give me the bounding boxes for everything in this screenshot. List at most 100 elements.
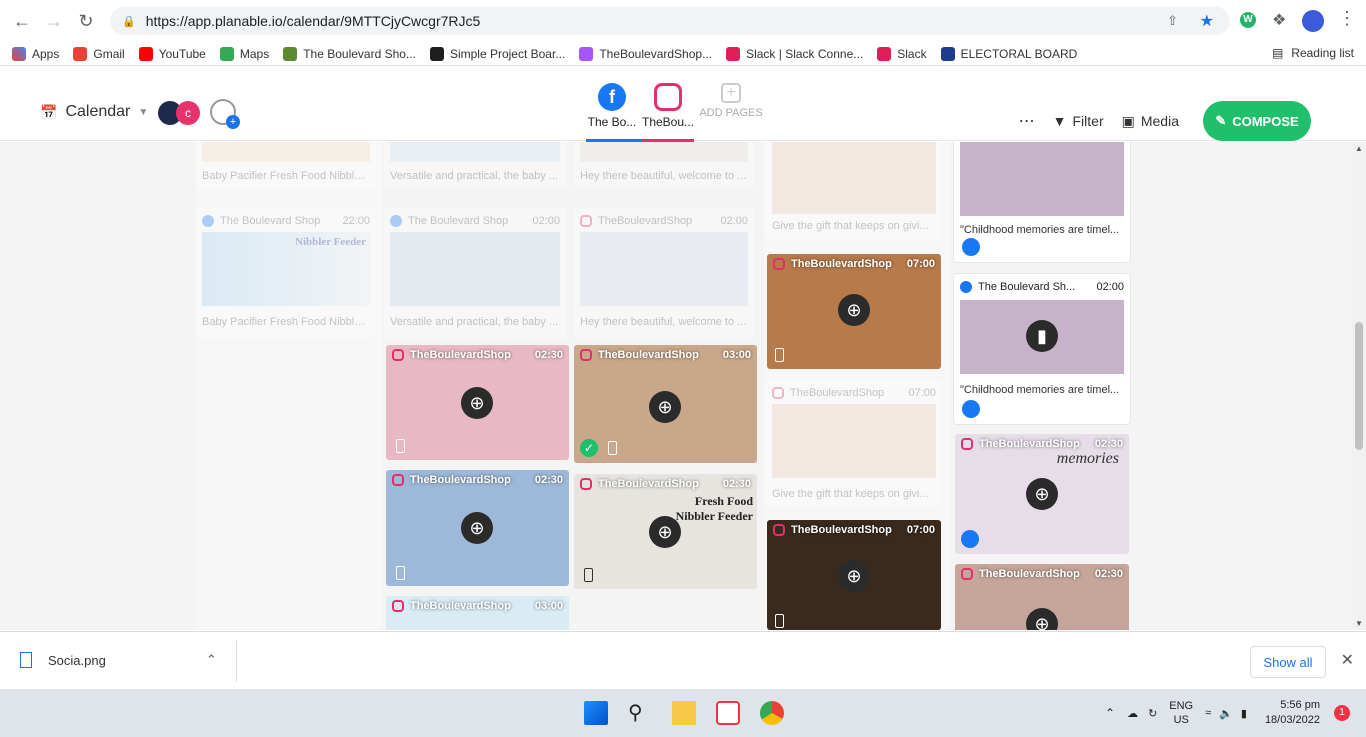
volume-icon[interactable]: 🔈	[1219, 707, 1233, 720]
post-card[interactable]: Versatile and practical, the baby ...	[384, 142, 566, 188]
reading-list[interactable]: ▤ Reading list	[1272, 46, 1354, 60]
onedrive-icon[interactable]: ☁	[1127, 707, 1138, 720]
instagram-post-card[interactable]: TheBoulevardShop 03:00	[386, 596, 569, 630]
instagram-post-card[interactable]: TheBoulevardShop 02:30 Fresh Food Nibbler…	[574, 474, 757, 589]
reorder-post-icon[interactable]: ⊕	[649, 391, 681, 423]
scroll-up-icon[interactable]: ▲	[1355, 144, 1363, 153]
day-column-3: Hey there beautiful, welcome to ... TheB…	[574, 142, 760, 630]
post-caption: Versatile and practical, the baby ...	[390, 316, 559, 328]
bookmark-boulevard-shop[interactable]: The Boulevard Sho...	[283, 46, 416, 61]
compose-button[interactable]: ✎ COMPOSE	[1203, 101, 1311, 141]
reorder-post-icon[interactable]: ⊕	[461, 387, 493, 419]
mobile-preview-icon[interactable]	[396, 566, 405, 580]
reorder-post-icon[interactable]: ⊕	[1026, 478, 1058, 510]
search-icon[interactable]: ⚲	[628, 701, 652, 725]
filter-button[interactable]: Filter	[1073, 113, 1104, 129]
back-icon[interactable]: ←	[10, 9, 34, 33]
instagram-icon	[580, 349, 592, 361]
windows-start-icon[interactable]	[584, 701, 608, 725]
page-tab-facebook[interactable]: f The Bo...	[586, 83, 642, 142]
media-button[interactable]: Media	[1141, 113, 1179, 129]
instagram-post-card[interactable]: TheBoulevardShop 02:30 ⊕	[955, 564, 1129, 630]
page-scrollbar[interactable]: ▲ ▼	[1352, 142, 1366, 630]
post-card[interactable]: Hey there beautiful, welcome to ...	[574, 142, 754, 188]
add-user-icon[interactable]: +	[210, 99, 240, 129]
carousel-icon[interactable]: ▮	[1026, 320, 1058, 352]
windows-taskbar: ⚲ ⌃ ☁ ↻ ENG US ≈ 🔈 ▮ 5:56 pm 18/03/2022 1	[0, 689, 1366, 737]
share-icon[interactable]: ⇧	[1167, 13, 1178, 29]
wifi-icon[interactable]: ≈	[1205, 707, 1211, 719]
reorder-post-icon[interactable]: ⊕	[838, 294, 870, 326]
bookmark-gmail[interactable]: Gmail	[73, 46, 125, 61]
reload-icon[interactable]: ↻	[74, 9, 98, 33]
post-card[interactable]: Baby Pacifier Fresh Food Nibbler ...	[196, 142, 376, 188]
show-all-button[interactable]: Show all	[1250, 646, 1326, 678]
mobile-preview-icon[interactable]	[775, 614, 784, 628]
facebook-icon	[390, 215, 402, 227]
post-header: TheBoulevardShop 03:00	[386, 596, 569, 616]
chevron-up-icon[interactable]: ⌃	[1105, 706, 1115, 720]
forward-icon[interactable]: →	[42, 9, 66, 33]
instagram-post-card[interactable]: TheBoulevardShop 02:30 memories ⊕	[955, 434, 1129, 554]
post-card[interactable]: The Boulevard Sh... 02:00 ▮ "Childhood me…	[954, 274, 1130, 424]
day-column-5: "Childhood memories are timel... The Bou…	[952, 142, 1134, 630]
instagram-post-card[interactable]: TheBoulevardShop 07:00 ⊕	[767, 254, 941, 369]
mobile-preview-icon[interactable]	[584, 568, 593, 582]
scrollbar-thumb[interactable]	[1355, 322, 1363, 450]
more-options-icon[interactable]: ⋯	[1019, 111, 1035, 131]
user-avatar[interactable]: c	[176, 101, 200, 125]
slack-icon	[877, 46, 892, 61]
instagram-post-card[interactable]: TheBoulevardShop 07:00 ⊕	[767, 520, 941, 630]
battery-icon[interactable]: ▮	[1241, 707, 1247, 720]
reorder-post-icon[interactable]: ⊕	[1026, 608, 1058, 630]
chevron-up-icon[interactable]: ⌃	[206, 652, 217, 668]
menu-dots-icon[interactable]: ⋮	[1338, 8, 1356, 29]
bookmark-boulevardshop-planable[interactable]: TheBoulevardShop...	[579, 46, 712, 61]
calendar-view-selector[interactable]: 📅 Calendar ▼	[40, 103, 148, 121]
bookmark-slack-connect[interactable]: Slack | Slack Conne...	[726, 46, 863, 61]
chrome-icon[interactable]	[760, 701, 784, 725]
url-text[interactable]: https://app.planable.io/calendar/9MTTCjy…	[146, 13, 481, 29]
scroll-down-icon[interactable]: ▼	[1355, 619, 1363, 628]
add-pages-button[interactable]: + ADD PAGES	[696, 83, 766, 119]
close-icon[interactable]: ✕	[1341, 650, 1354, 670]
post-card[interactable]: Give the gift that keeps on givi...	[766, 142, 942, 240]
page-tab-instagram[interactable]: TheBou...	[642, 83, 694, 142]
post-card[interactable]: TheBoulevardShop 02:00 Hey there beautifu…	[574, 208, 754, 338]
instagram-post-card[interactable]: TheBoulevardShop 02:30 ⊕	[386, 345, 569, 460]
mobile-preview-icon[interactable]	[608, 441, 617, 455]
instagram-post-card[interactable]: TheBoulevardShop 02:30 ⊕	[386, 470, 569, 586]
post-caption: "Childhood memories are timel...	[960, 224, 1120, 236]
file-explorer-icon[interactable]	[672, 701, 696, 725]
bookmark-slack[interactable]: Slack	[877, 46, 927, 61]
day-column-1: Baby Pacifier Fresh Food Nibbler ... The…	[196, 142, 382, 630]
bookmark-maps[interactable]: Maps	[219, 46, 269, 61]
bookmark-star-icon[interactable]: ★	[1200, 11, 1214, 31]
post-card[interactable]: TheBoulevardShop 07:00 Give the gift that…	[766, 380, 942, 506]
bookmark-youtube[interactable]: YouTube	[138, 46, 206, 61]
bookmark-project-board[interactable]: Simple Project Boar...	[429, 46, 565, 61]
language-indicator[interactable]: ENG US	[1169, 699, 1193, 727]
post-card[interactable]: "Childhood memories are timel...	[954, 142, 1130, 262]
reorder-post-icon[interactable]: ⊕	[461, 512, 493, 544]
reorder-post-icon[interactable]: ⊕	[649, 516, 681, 548]
profile-avatar[interactable]	[1302, 10, 1324, 32]
post-card[interactable]: The Boulevard Shop 02:00 Versatile and pr…	[384, 208, 566, 338]
instagram-post-card[interactable]: TheBoulevardShop 03:00 ⊕ ✓	[574, 345, 757, 463]
notification-badge[interactable]: 1	[1334, 705, 1350, 721]
extension-w-icon[interactable]: W	[1240, 12, 1256, 28]
clock[interactable]: 5:56 pm 18/03/2022	[1265, 698, 1320, 728]
extensions-puzzle-icon[interactable]: ❖	[1272, 10, 1286, 30]
address-bar[interactable]: 🔒 https://app.planable.io/calendar/9MTTC…	[110, 7, 1230, 35]
bookmark-apps[interactable]: Apps	[12, 46, 59, 61]
mobile-preview-icon[interactable]	[396, 439, 405, 453]
bookmark-electoral-board[interactable]: ELECTORAL BOARD	[940, 46, 1077, 61]
mobile-preview-icon[interactable]	[775, 348, 784, 362]
sync-icon[interactable]: ↻	[1148, 707, 1157, 720]
reorder-post-icon[interactable]: ⊕	[838, 560, 870, 592]
download-item[interactable]: Socia.png ⌃	[20, 652, 217, 668]
post-thumbnail	[772, 142, 936, 214]
post-thumbnail	[580, 232, 748, 306]
snipping-tool-icon[interactable]	[716, 701, 740, 725]
post-card[interactable]: The Boulevard Shop 22:00 Nibbler Feeder B…	[196, 208, 376, 338]
